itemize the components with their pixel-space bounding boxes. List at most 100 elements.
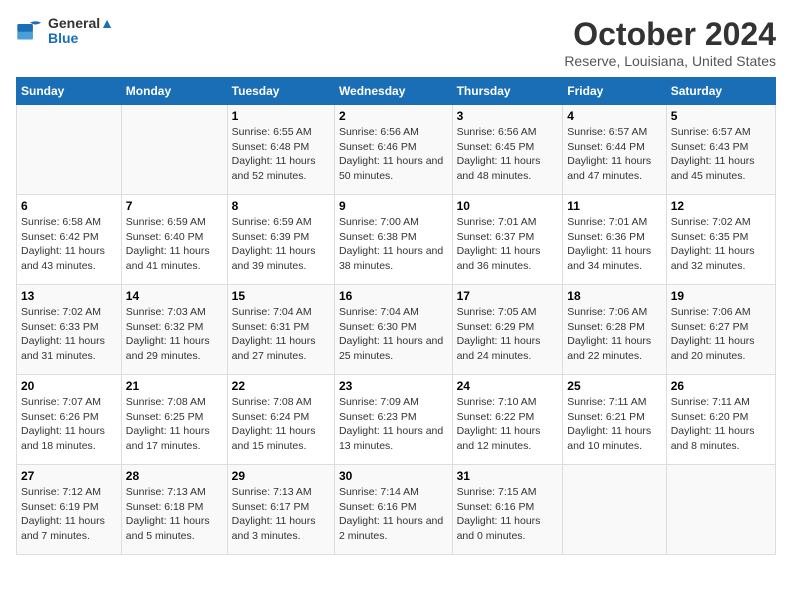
day-info: Sunrise: 6:57 AM Sunset: 6:44 PM Dayligh…	[567, 125, 661, 184]
day-number: 6	[21, 199, 117, 213]
day-info: Sunrise: 6:58 AM Sunset: 6:42 PM Dayligh…	[21, 215, 117, 274]
calendar-cell: 19 Sunrise: 7:06 AM Sunset: 6:27 PM Dayli…	[666, 285, 775, 375]
day-info: Sunrise: 7:05 AM Sunset: 6:29 PM Dayligh…	[457, 305, 559, 364]
calendar-cell: 25Sunrise: 7:11 AM Sunset: 6:21 PM Dayli…	[563, 375, 666, 465]
day-info: Sunrise: 6:59 AM Sunset: 6:40 PM Dayligh…	[126, 215, 223, 274]
title-block: October 2024 Reserve, Louisiana, United …	[564, 16, 776, 69]
calendar-cell: 7 Sunrise: 6:59 AM Sunset: 6:40 PM Daylig…	[121, 195, 227, 285]
calendar-cell: 5Sunrise: 6:57 AM Sunset: 6:43 PM Daylig…	[666, 105, 775, 195]
logo-text: General▲ Blue	[48, 16, 114, 47]
day-number: 12	[671, 199, 771, 213]
calendar-cell: 9Sunrise: 7:00 AM Sunset: 6:38 PM Daylig…	[334, 195, 452, 285]
calendar-cell: 22Sunrise: 7:08 AM Sunset: 6:24 PM Dayli…	[227, 375, 334, 465]
day-number: 1	[232, 109, 330, 123]
week-row-5: 27 Sunrise: 7:12 AM Sunset: 6:19 PM Dayli…	[17, 465, 776, 555]
day-number: 8	[232, 199, 330, 213]
column-header-friday: Friday	[563, 78, 666, 105]
calendar-table: SundayMondayTuesdayWednesdayThursdayFrid…	[16, 77, 776, 555]
week-row-4: 20Sunrise: 7:07 AM Sunset: 6:26 PM Dayli…	[17, 375, 776, 465]
day-info: Sunrise: 7:04 AM Sunset: 6:31 PM Dayligh…	[232, 305, 330, 364]
day-number: 27	[21, 469, 117, 483]
day-number: 24	[457, 379, 559, 393]
calendar-cell	[666, 465, 775, 555]
day-info: Sunrise: 7:01 AM Sunset: 6:37 PM Dayligh…	[457, 215, 559, 274]
week-row-2: 6 Sunrise: 6:58 AM Sunset: 6:42 PM Daylig…	[17, 195, 776, 285]
page-header: General▲ Blue October 2024 Reserve, Loui…	[16, 16, 776, 69]
day-number: 30	[339, 469, 448, 483]
calendar-cell	[563, 465, 666, 555]
calendar-cell: 10Sunrise: 7:01 AM Sunset: 6:37 PM Dayli…	[452, 195, 563, 285]
day-info: Sunrise: 6:56 AM Sunset: 6:45 PM Dayligh…	[457, 125, 559, 184]
day-info: Sunrise: 7:08 AM Sunset: 6:24 PM Dayligh…	[232, 395, 330, 454]
day-info: Sunrise: 7:07 AM Sunset: 6:26 PM Dayligh…	[21, 395, 117, 454]
day-info: Sunrise: 7:04 AM Sunset: 6:30 PM Dayligh…	[339, 305, 448, 364]
calendar-cell: 2 Sunrise: 6:56 AM Sunset: 6:46 PM Daylig…	[334, 105, 452, 195]
column-header-saturday: Saturday	[666, 78, 775, 105]
day-number: 26	[671, 379, 771, 393]
calendar-cell: 28 Sunrise: 7:13 AM Sunset: 6:18 PM Dayli…	[121, 465, 227, 555]
day-number: 11	[567, 199, 661, 213]
day-number: 16	[339, 289, 448, 303]
calendar-cell: 30 Sunrise: 7:14 AM Sunset: 6:16 PM Dayli…	[334, 465, 452, 555]
day-info: Sunrise: 6:59 AM Sunset: 6:39 PM Dayligh…	[232, 215, 330, 274]
day-info: Sunrise: 7:14 AM Sunset: 6:16 PM Dayligh…	[339, 485, 448, 544]
day-info: Sunrise: 7:13 AM Sunset: 6:17 PM Dayligh…	[232, 485, 330, 544]
day-number: 28	[126, 469, 223, 483]
day-info: Sunrise: 7:10 AM Sunset: 6:22 PM Dayligh…	[457, 395, 559, 454]
calendar-cell: 4Sunrise: 6:57 AM Sunset: 6:44 PM Daylig…	[563, 105, 666, 195]
column-header-monday: Monday	[121, 78, 227, 105]
day-number: 15	[232, 289, 330, 303]
day-number: 3	[457, 109, 559, 123]
day-number: 17	[457, 289, 559, 303]
column-header-tuesday: Tuesday	[227, 78, 334, 105]
calendar-cell	[17, 105, 122, 195]
day-info: Sunrise: 7:11 AM Sunset: 6:21 PM Dayligh…	[567, 395, 661, 454]
calendar-cell: 1 Sunrise: 6:55 AM Sunset: 6:48 PM Daylig…	[227, 105, 334, 195]
calendar-cell: 23 Sunrise: 7:09 AM Sunset: 6:23 PM Dayli…	[334, 375, 452, 465]
day-number: 21	[126, 379, 223, 393]
day-info: Sunrise: 7:06 AM Sunset: 6:28 PM Dayligh…	[567, 305, 661, 364]
month-title: October 2024	[564, 16, 776, 53]
week-row-1: 1 Sunrise: 6:55 AM Sunset: 6:48 PM Daylig…	[17, 105, 776, 195]
calendar-cell: 8 Sunrise: 6:59 AM Sunset: 6:39 PM Daylig…	[227, 195, 334, 285]
day-info: Sunrise: 7:11 AM Sunset: 6:20 PM Dayligh…	[671, 395, 771, 454]
calendar-cell: 3 Sunrise: 6:56 AM Sunset: 6:45 PM Daylig…	[452, 105, 563, 195]
calendar-cell: 27 Sunrise: 7:12 AM Sunset: 6:19 PM Dayli…	[17, 465, 122, 555]
day-number: 19	[671, 289, 771, 303]
day-number: 31	[457, 469, 559, 483]
day-info: Sunrise: 7:02 AM Sunset: 6:33 PM Dayligh…	[21, 305, 117, 364]
calendar-cell: 6 Sunrise: 6:58 AM Sunset: 6:42 PM Daylig…	[17, 195, 122, 285]
day-info: Sunrise: 7:09 AM Sunset: 6:23 PM Dayligh…	[339, 395, 448, 454]
day-number: 13	[21, 289, 117, 303]
day-info: Sunrise: 6:56 AM Sunset: 6:46 PM Dayligh…	[339, 125, 448, 184]
calendar-cell: 15 Sunrise: 7:04 AM Sunset: 6:31 PM Dayli…	[227, 285, 334, 375]
day-info: Sunrise: 7:06 AM Sunset: 6:27 PM Dayligh…	[671, 305, 771, 364]
day-info: Sunrise: 7:08 AM Sunset: 6:25 PM Dayligh…	[126, 395, 223, 454]
day-number: 7	[126, 199, 223, 213]
day-number: 5	[671, 109, 771, 123]
day-info: Sunrise: 7:12 AM Sunset: 6:19 PM Dayligh…	[21, 485, 117, 544]
day-info: Sunrise: 7:13 AM Sunset: 6:18 PM Dayligh…	[126, 485, 223, 544]
column-header-thursday: Thursday	[452, 78, 563, 105]
logo: General▲ Blue	[16, 16, 114, 47]
day-number: 2	[339, 109, 448, 123]
day-number: 23	[339, 379, 448, 393]
calendar-cell: 31Sunrise: 7:15 AM Sunset: 6:16 PM Dayli…	[452, 465, 563, 555]
header-row: SundayMondayTuesdayWednesdayThursdayFrid…	[17, 78, 776, 105]
day-number: 18	[567, 289, 661, 303]
day-info: Sunrise: 7:00 AM Sunset: 6:38 PM Dayligh…	[339, 215, 448, 274]
day-info: Sunrise: 7:03 AM Sunset: 6:32 PM Dayligh…	[126, 305, 223, 364]
calendar-cell: 20Sunrise: 7:07 AM Sunset: 6:26 PM Dayli…	[17, 375, 122, 465]
calendar-cell: 14 Sunrise: 7:03 AM Sunset: 6:32 PM Dayli…	[121, 285, 227, 375]
calendar-cell	[121, 105, 227, 195]
day-info: Sunrise: 6:55 AM Sunset: 6:48 PM Dayligh…	[232, 125, 330, 184]
column-header-wednesday: Wednesday	[334, 78, 452, 105]
logo-icon	[16, 17, 44, 45]
day-number: 14	[126, 289, 223, 303]
calendar-cell: 16 Sunrise: 7:04 AM Sunset: 6:30 PM Dayli…	[334, 285, 452, 375]
day-info: Sunrise: 7:02 AM Sunset: 6:35 PM Dayligh…	[671, 215, 771, 274]
day-number: 29	[232, 469, 330, 483]
calendar-cell: 11Sunrise: 7:01 AM Sunset: 6:36 PM Dayli…	[563, 195, 666, 285]
calendar-cell: 24 Sunrise: 7:10 AM Sunset: 6:22 PM Dayli…	[452, 375, 563, 465]
calendar-cell: 17 Sunrise: 7:05 AM Sunset: 6:29 PM Dayli…	[452, 285, 563, 375]
